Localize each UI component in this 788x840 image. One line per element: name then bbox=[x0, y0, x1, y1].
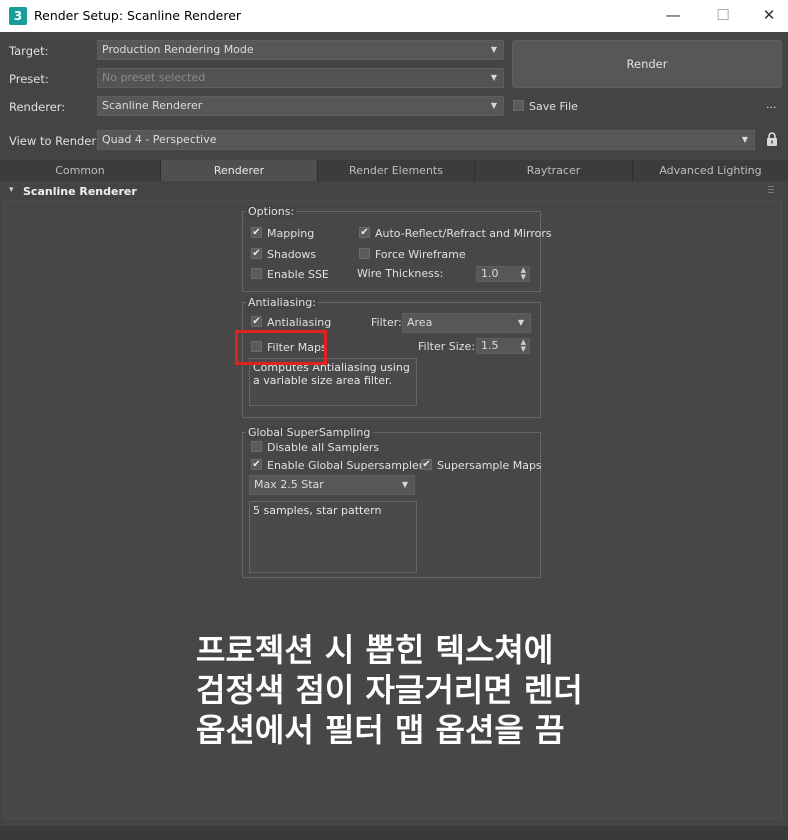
preset-placeholder: No preset selected bbox=[102, 71, 206, 84]
preset-label: Preset: bbox=[9, 72, 49, 86]
caption-line-3: 옵션에서 필터 맵 옵션을 끔 bbox=[196, 711, 565, 749]
disable-all-samplers-checkbox[interactable] bbox=[251, 441, 262, 452]
maximize-button[interactable]: ☐ bbox=[700, 0, 746, 32]
drag-handle-icon[interactable] bbox=[768, 186, 774, 194]
chevron-down-icon: ▼ bbox=[741, 135, 748, 144]
tab-render-elements[interactable]: Render Elements bbox=[318, 160, 475, 181]
mapping-label: Mapping bbox=[267, 227, 315, 240]
view-to-render-label: View to Render: bbox=[9, 134, 100, 148]
wire-thickness-label: Wire Thickness: bbox=[357, 267, 444, 280]
save-file-label: Save File bbox=[529, 100, 578, 113]
tab-raytracer[interactable]: Raytracer bbox=[475, 160, 633, 181]
enable-global-supersampler-checkbox[interactable]: ✔ bbox=[251, 459, 262, 470]
rollout-title[interactable]: Scanline Renderer bbox=[23, 185, 137, 198]
spinner-arrows-icon[interactable]: ▲ ▼ bbox=[521, 267, 526, 281]
view-to-render-dropdown[interactable]: Quad 4 - Perspective ▼ bbox=[97, 130, 755, 150]
caption-line-1: 프로젝션 시 뽑힌 텍스쳐에 bbox=[196, 631, 554, 669]
chevron-down-icon: ▼ bbox=[490, 73, 497, 82]
wire-thickness-spinner[interactable]: 1.0 ▲ ▼ bbox=[476, 266, 530, 282]
close-button[interactable]: ✕ bbox=[746, 0, 788, 32]
force-wireframe-label: Force Wireframe bbox=[375, 248, 466, 261]
target-label: Target: bbox=[9, 44, 49, 58]
more-options-button[interactable]: ... bbox=[766, 98, 777, 111]
renderer-dropdown[interactable]: Scanline Renderer ▼ bbox=[97, 96, 504, 116]
wire-thickness-value: 1.0 bbox=[481, 267, 499, 280]
auto-reflect-checkbox[interactable]: ✔ bbox=[359, 227, 370, 238]
caption: 프로젝션 시 뽑힌 텍스쳐에 검정색 점이 자글거리면 렌더 옵션에서 필터 맵… bbox=[196, 630, 583, 750]
renderer-label: Renderer: bbox=[9, 100, 66, 114]
options-title: Options: bbox=[246, 205, 297, 218]
disable-all-samplers-label: Disable all Samplers bbox=[267, 441, 380, 454]
filter-label: Filter: bbox=[371, 316, 402, 329]
status-bar bbox=[0, 826, 788, 840]
window-title: Render Setup: Scanline Renderer bbox=[34, 8, 242, 23]
chevron-down-icon: ▼ bbox=[490, 45, 497, 54]
title-bar: 3 Render Setup: Scanline Renderer — ☐ ✕ bbox=[0, 0, 788, 32]
filter-value: Area bbox=[407, 316, 433, 329]
mapping-checkbox[interactable]: ✔ bbox=[251, 227, 262, 238]
chevron-down-icon: ▼ bbox=[490, 101, 497, 110]
filter-maps-highlight bbox=[235, 330, 327, 365]
shadows-label: Shadows bbox=[267, 248, 317, 261]
sampler-dropdown[interactable]: Max 2.5 Star ▼ bbox=[249, 475, 415, 495]
preset-dropdown[interactable]: No preset selected ▼ bbox=[97, 68, 504, 88]
tab-common[interactable]: Common bbox=[0, 160, 161, 181]
sampler-description: 5 samples, star pattern bbox=[249, 501, 417, 573]
enable-global-supersampler-label: Enable Global Supersampler bbox=[267, 459, 424, 472]
filter-size-spinner[interactable]: 1.5 ▲ ▼ bbox=[476, 338, 530, 354]
sampler-value: Max 2.5 Star bbox=[254, 478, 324, 491]
filter-description: Computes Antialiasing using a variable s… bbox=[249, 358, 417, 406]
force-wireframe-checkbox[interactable] bbox=[359, 248, 370, 259]
view-to-render-value: Quad 4 - Perspective bbox=[102, 133, 217, 146]
target-value: Production Rendering Mode bbox=[102, 43, 254, 56]
spinner-arrows-icon[interactable]: ▲ ▼ bbox=[521, 339, 526, 353]
render-button[interactable]: Render bbox=[512, 40, 782, 88]
target-dropdown[interactable]: Production Rendering Mode ▼ bbox=[97, 40, 504, 60]
minimize-button[interactable]: — bbox=[650, 0, 696, 32]
filter-size-value: 1.5 bbox=[481, 339, 499, 352]
tab-renderer[interactable]: Renderer bbox=[161, 160, 318, 181]
antialiasing-checkbox[interactable]: ✔ bbox=[251, 316, 262, 327]
caption-line-2: 검정색 점이 자글거리면 렌더 bbox=[196, 671, 583, 709]
supersample-maps-label: Supersample Maps bbox=[437, 459, 542, 472]
app-icon: 3 bbox=[9, 7, 27, 25]
auto-reflect-label: Auto-Reflect/Refract and Mirrors bbox=[375, 227, 552, 240]
lock-icon[interactable] bbox=[766, 132, 778, 146]
enable-sse-checkbox[interactable] bbox=[251, 268, 262, 279]
antialiasing-title: Antialiasing: bbox=[246, 296, 318, 309]
supersampling-title: Global SuperSampling bbox=[246, 426, 373, 439]
renderer-value: Scanline Renderer bbox=[102, 99, 203, 112]
enable-sse-label: Enable SSE bbox=[267, 268, 329, 281]
save-file-checkbox[interactable] bbox=[513, 100, 524, 111]
filter-dropdown[interactable]: Area ▼ bbox=[402, 313, 531, 333]
tab-advanced-lighting[interactable]: Advanced Lighting bbox=[633, 160, 788, 181]
supersample-maps-checkbox[interactable]: ✔ bbox=[421, 459, 432, 470]
chevron-down-icon: ▼ bbox=[517, 318, 524, 327]
antialiasing-label: Antialiasing bbox=[267, 316, 332, 329]
filter-size-label: Filter Size: bbox=[418, 340, 476, 353]
shadows-checkbox[interactable]: ✔ bbox=[251, 248, 262, 259]
chevron-down-icon: ▼ bbox=[401, 480, 408, 489]
collapse-arrow-icon[interactable]: ▾ bbox=[9, 185, 14, 195]
